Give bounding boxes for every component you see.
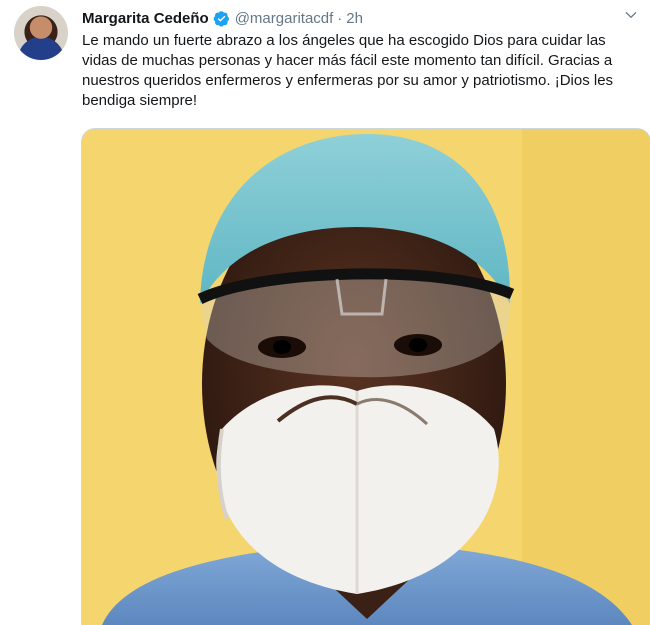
verified-badge-icon bbox=[213, 10, 229, 26]
video-frame bbox=[82, 129, 650, 625]
tweet: Margarita Cedeño @margaritacdf · 2h Le m… bbox=[0, 0, 650, 625]
author-handle[interactable]: @margaritacdf bbox=[235, 10, 334, 27]
chevron-down-icon[interactable] bbox=[624, 8, 638, 22]
avatar[interactable] bbox=[14, 6, 68, 60]
tweet-time[interactable]: 2h bbox=[346, 10, 363, 27]
author-name[interactable]: Margarita Cedeño bbox=[82, 10, 209, 27]
tweet-text: Le mando un fuerte abrazo a los ángeles … bbox=[82, 32, 614, 109]
tweet-video[interactable] bbox=[81, 128, 650, 625]
tweet-header: Margarita Cedeño @margaritacdf · 2h bbox=[82, 7, 642, 29]
separator-dot: · bbox=[337, 9, 343, 27]
